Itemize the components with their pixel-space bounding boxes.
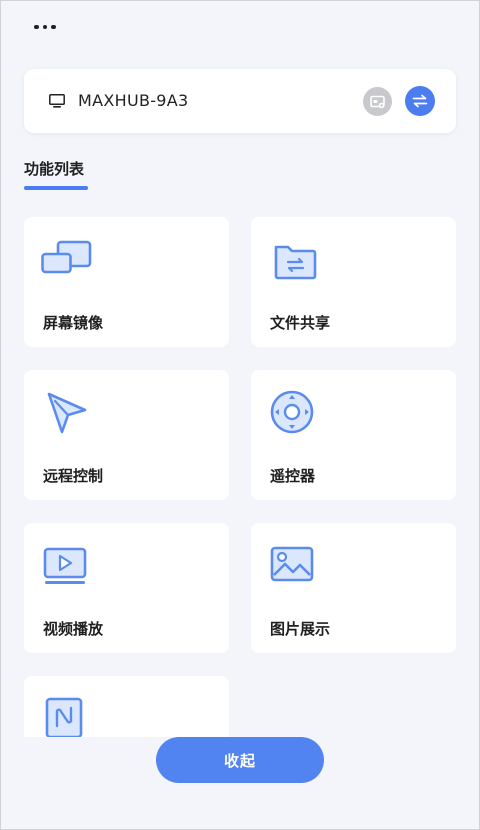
feature-label: 视频播放 [43, 620, 104, 638]
feature-label: 屏幕镜像 [43, 314, 104, 332]
feature-label: 文件共享 [270, 314, 331, 332]
file-share-folder-icon [274, 245, 317, 280]
monitor-icon [49, 94, 65, 108]
feature-file-share[interactable]: 文件共享 [251, 217, 456, 347]
screen-cast-icon [369, 95, 385, 108]
section-title-underline [24, 186, 88, 190]
feature-label: 遥控器 [270, 467, 316, 485]
section-title: 功能列表 [24, 160, 85, 178]
image-gallery-icon [270, 546, 314, 582]
screen-cast-button[interactable] [363, 87, 392, 116]
video-play-icon [43, 547, 87, 584]
remote-dpad-icon [270, 390, 314, 434]
feature-label: 图片展示 [270, 620, 331, 638]
remote-control-cursor-icon [47, 392, 87, 434]
more-options-icon[interactable] [34, 14, 62, 40]
device-name: MAXHUB-9A3 [78, 91, 189, 110]
feature-screen-mirror[interactable]: 屏幕镜像 [24, 217, 229, 347]
device-card[interactable]: MAXHUB-9A3 [24, 69, 456, 133]
feature-remote-control[interactable]: 远程控制 [24, 370, 229, 500]
switch-arrows-icon [412, 94, 428, 108]
switch-device-button[interactable] [405, 86, 435, 116]
feature-video-play[interactable]: 视频播放 [24, 523, 229, 653]
collapse-button[interactable]: 收起 [156, 737, 324, 783]
screen-mirror-icon [41, 240, 92, 274]
feature-image-display[interactable]: 图片展示 [251, 523, 456, 653]
feature-remote[interactable]: 遥控器 [251, 370, 456, 500]
feature-label: 远程控制 [43, 467, 104, 485]
